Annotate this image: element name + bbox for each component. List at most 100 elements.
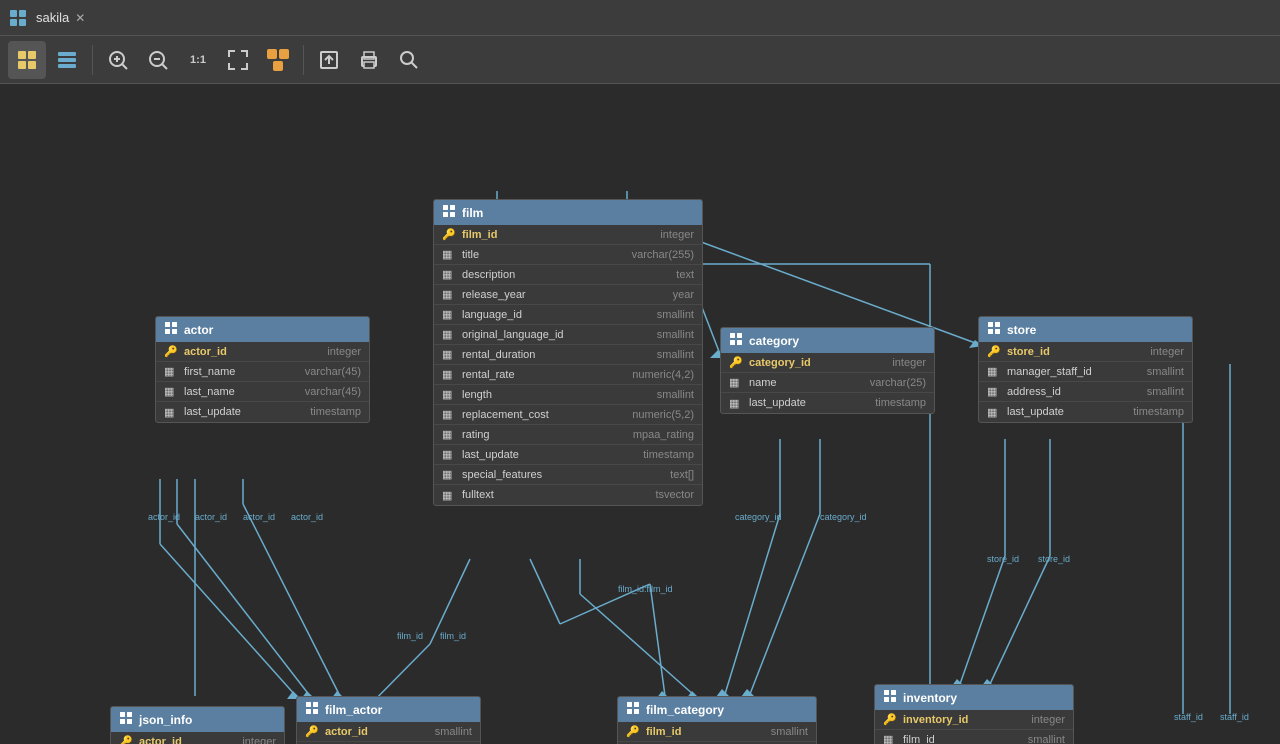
- table-category-header: category: [721, 328, 934, 353]
- table-film-header: film: [434, 200, 702, 225]
- rel-label-actor-id-1: actor_id: [148, 512, 180, 522]
- col-original-language-id[interactable]: ▦ original_language_id smallint: [434, 325, 702, 345]
- zoom-reset-button[interactable]: 1:1: [179, 41, 217, 79]
- col-first-name[interactable]: ▦ first_name varchar(45): [156, 362, 369, 382]
- rel-label-actor-id-2: actor_id: [195, 512, 227, 522]
- table-actor-title: actor: [184, 323, 213, 337]
- rel-label-film-id-1: film_id: [397, 631, 423, 641]
- rel-label-film-id-film-id: film_id:film_id: [618, 584, 673, 594]
- auto-layout-button[interactable]: [259, 41, 297, 79]
- col-name-film-id: film_id: [462, 229, 656, 241]
- table-film-actor-header: film_actor: [297, 697, 480, 722]
- table-film-category-header: film_category: [618, 697, 816, 722]
- view-list-button[interactable]: [48, 41, 86, 79]
- col-language-id[interactable]: ▦ language_id smallint: [434, 305, 702, 325]
- col-manager-staff-id[interactable]: ▦ manager_staff_id smallint: [979, 362, 1192, 382]
- col-type-film-id: integer: [660, 229, 694, 241]
- col-description[interactable]: ▦ description text: [434, 265, 702, 285]
- pk-icon-actor-id: 🔑: [164, 345, 180, 358]
- table-json-info[interactable]: json_info 🔑 actor_id integer ▦ info json: [110, 706, 285, 744]
- table-film-actor[interactable]: film_actor 🔑 actor_id smallint 🔑 film_id…: [296, 696, 481, 744]
- col-fa-actor-id[interactable]: 🔑 actor_id smallint: [297, 722, 480, 742]
- zoom-in-button[interactable]: [99, 41, 137, 79]
- table-inventory-title: inventory: [903, 691, 957, 705]
- category-table-icon: [729, 332, 743, 349]
- rel-label-category-id-2: category_id: [820, 512, 867, 522]
- col-inventory-id[interactable]: 🔑 inventory_id integer: [875, 710, 1073, 730]
- store-table-icon: [987, 321, 1001, 338]
- col-fc-film-id[interactable]: 🔑 film_id smallint: [618, 722, 816, 742]
- table-json-info-title: json_info: [139, 713, 192, 727]
- json-info-table-icon: [119, 711, 133, 728]
- film-actor-table-icon: [305, 701, 319, 718]
- col-release-year[interactable]: ▦ release_year year: [434, 285, 702, 305]
- col-fulltext[interactable]: ▦ fulltext tsvector: [434, 485, 702, 505]
- toolbar: 1:1: [0, 36, 1280, 84]
- col-name-title: title: [462, 249, 628, 261]
- table-json-info-header: json_info: [111, 707, 284, 732]
- pk-icon-film-id: 🔑: [442, 228, 458, 241]
- col-rating[interactable]: ▦ rating mpaa_rating: [434, 425, 702, 445]
- table-store[interactable]: store 🔑 store_id integer ▦ manager_staff…: [978, 316, 1193, 423]
- col-store-address-id[interactable]: ▦ address_id smallint: [979, 382, 1192, 402]
- col-special-features[interactable]: ▦ special_features text[]: [434, 465, 702, 485]
- col-title[interactable]: ▦ title varchar(255): [434, 245, 702, 265]
- table-store-header: store: [979, 317, 1192, 342]
- rel-label-store-id-1: store_id: [987, 554, 1019, 564]
- table-film-category[interactable]: film_category 🔑 film_id smallint 🔑 categ…: [617, 696, 817, 744]
- col-film-last-update[interactable]: ▦ last_update timestamp: [434, 445, 702, 465]
- table-film-category-title: film_category: [646, 703, 724, 717]
- col-category-name[interactable]: ▦ name varchar(25): [721, 373, 934, 393]
- col-actor-last-update[interactable]: ▦ last_update timestamp: [156, 402, 369, 422]
- col-category-last-update[interactable]: ▦ last_update timestamp: [721, 393, 934, 413]
- col-category-id[interactable]: 🔑 category_id integer: [721, 353, 934, 373]
- rel-label-category-id-1: category_id: [735, 512, 782, 522]
- table-film-title: film: [462, 206, 483, 220]
- table-inventory[interactable]: inventory 🔑 inventory_id integer ▦ film_…: [874, 684, 1074, 744]
- zoom-out-button[interactable]: [139, 41, 177, 79]
- film-category-table-icon: [626, 701, 640, 718]
- col-icon-title: ▦: [442, 248, 458, 261]
- table-actor[interactable]: actor 🔑 actor_id integer ▦ first_name va…: [155, 316, 370, 423]
- table-actor-header: actor: [156, 317, 369, 342]
- title-bar-title: sakila: [36, 10, 69, 25]
- close-button[interactable]: ✕: [75, 11, 85, 25]
- toolbar-separator-1: [92, 45, 93, 75]
- table-category-title: category: [749, 334, 799, 348]
- col-type-title: varchar(255): [632, 249, 694, 261]
- fit-button[interactable]: [219, 41, 257, 79]
- col-film-id[interactable]: 🔑 film_id integer: [434, 225, 702, 245]
- col-last-name[interactable]: ▦ last_name varchar(45): [156, 382, 369, 402]
- table-film[interactable]: film 🔑 film_id integer ▦ title varchar(2…: [433, 199, 703, 506]
- rel-label-actor-id-3: actor_id: [243, 512, 275, 522]
- table-film-actor-title: film_actor: [325, 703, 382, 717]
- col-rental-rate[interactable]: ▦ rental_rate numeric(4,2): [434, 365, 702, 385]
- toolbar-separator-2: [303, 45, 304, 75]
- table-category[interactable]: category 🔑 category_id integer ▦ name va…: [720, 327, 935, 414]
- col-store-id[interactable]: 🔑 store_id integer: [979, 342, 1192, 362]
- export-button[interactable]: [310, 41, 348, 79]
- col-length[interactable]: ▦ length smallint: [434, 385, 702, 405]
- er-diagram-canvas[interactable]: actor_id actor_id actor_id actor_id film…: [0, 84, 1280, 744]
- col-rental-duration[interactable]: ▦ rental_duration smallint: [434, 345, 702, 365]
- search-button[interactable]: [390, 41, 428, 79]
- col-store-last-update[interactable]: ▦ last_update timestamp: [979, 402, 1192, 422]
- rel-label-staff-id-1: staff_id: [1174, 712, 1203, 722]
- col-actor-id[interactable]: 🔑 actor_id integer: [156, 342, 369, 362]
- inventory-table-icon: [883, 689, 897, 706]
- rel-label-actor-id-4: actor_id: [291, 512, 323, 522]
- title-bar: sakila ✕: [0, 0, 1280, 36]
- rel-label-film-id-2: film_id: [440, 631, 466, 641]
- table-inventory-header: inventory: [875, 685, 1073, 710]
- col-replacement-cost[interactable]: ▦ replacement_cost numeric(5,2): [434, 405, 702, 425]
- table-store-title: store: [1007, 323, 1036, 337]
- view-grid-button[interactable]: [8, 41, 46, 79]
- print-button[interactable]: [350, 41, 388, 79]
- col-ji-actor-id[interactable]: 🔑 actor_id integer: [111, 732, 284, 744]
- film-table-icon: [442, 204, 456, 221]
- rel-label-store-id-2: store_id: [1038, 554, 1070, 564]
- actor-table-icon: [164, 321, 178, 338]
- rel-label-staff-id-2: staff_id: [1220, 712, 1249, 722]
- title-bar-icon: [8, 8, 28, 28]
- col-inv-film-id[interactable]: ▦ film_id smallint: [875, 730, 1073, 744]
